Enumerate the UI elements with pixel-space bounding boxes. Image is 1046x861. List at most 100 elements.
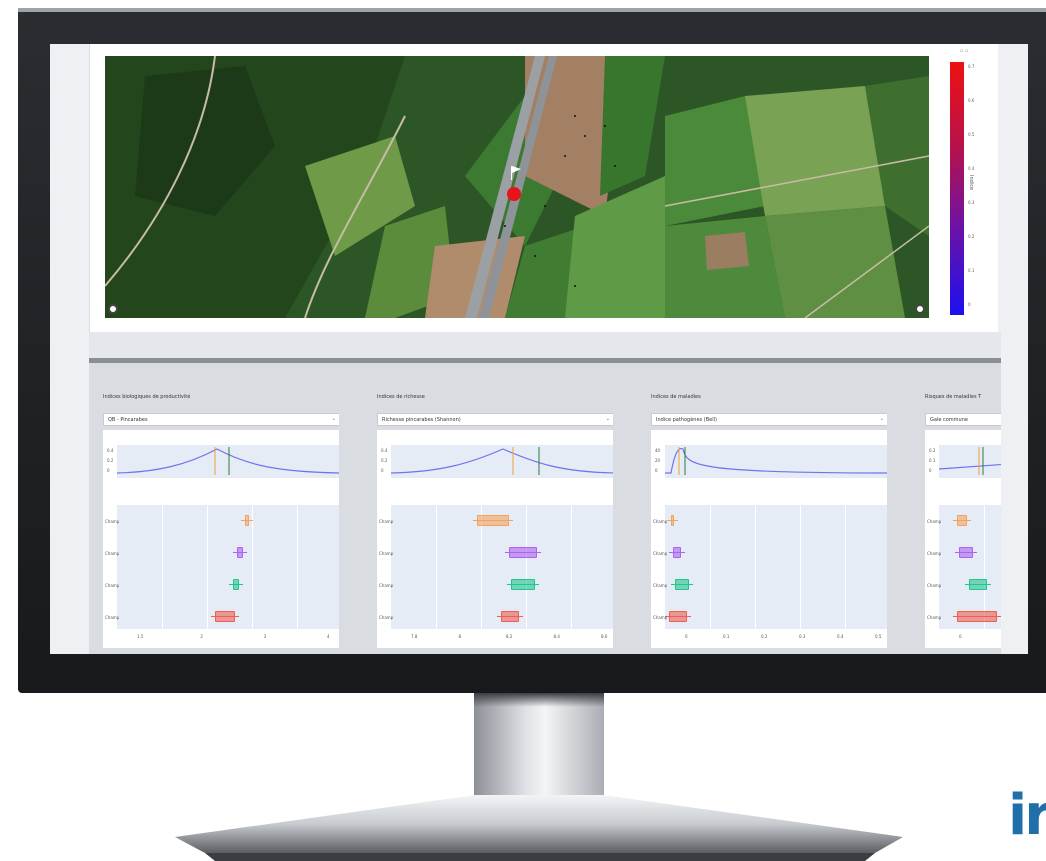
dist-ytick: 0 bbox=[107, 468, 110, 473]
colorbar-tick: 0.5 bbox=[968, 132, 975, 137]
box-xtick: 0.3 bbox=[799, 634, 806, 639]
gridline bbox=[571, 505, 572, 629]
box-xtick: 8.6 bbox=[601, 634, 608, 639]
indicator-panel: Risques de maladies T Gale commune ⌄ 0.2… bbox=[911, 388, 1001, 652]
indicator-select[interactable]: Gale commune ⌄ bbox=[925, 413, 1001, 426]
box-row-label: Champ bbox=[379, 519, 394, 524]
box-mark[interactable] bbox=[957, 611, 997, 622]
box-xtick: 2 bbox=[200, 634, 203, 639]
box-xtick: 4 bbox=[327, 634, 330, 639]
dist-ytick: 0 bbox=[381, 468, 384, 473]
monitor-stand-shadow bbox=[474, 693, 604, 707]
gridline bbox=[162, 505, 163, 629]
box-row-label: Champ bbox=[653, 583, 668, 588]
box-mark[interactable] bbox=[969, 579, 987, 590]
chevron-down-icon: ⌄ bbox=[331, 416, 336, 422]
colorbar-tick: 0.6 bbox=[968, 98, 975, 103]
box-xtick: 0.1 bbox=[723, 634, 730, 639]
indicator-panel: Indices biologiques de productivité QB -… bbox=[89, 388, 339, 652]
select-value: QB - Pincarabes bbox=[108, 417, 148, 423]
gridline bbox=[710, 505, 711, 629]
box-plot[interactable] bbox=[665, 505, 887, 629]
panel-title: Indices de maladies bbox=[651, 394, 701, 400]
box-mark[interactable] bbox=[215, 611, 235, 622]
map-reset-icon[interactable] bbox=[108, 304, 118, 314]
box-row-label: Champ bbox=[105, 583, 120, 588]
box-row-label: Champ bbox=[653, 615, 668, 620]
gridline bbox=[845, 505, 846, 629]
distribution-curve bbox=[116, 448, 339, 474]
distribution-plot[interactable] bbox=[665, 445, 887, 478]
colorbar-tick: 0 bbox=[968, 302, 971, 307]
monitor-rim bbox=[18, 8, 1046, 12]
brand-logo: ir bbox=[1008, 783, 1046, 848]
box-xtick: 0 bbox=[685, 634, 688, 639]
box-plot[interactable] bbox=[391, 505, 613, 629]
box-mark[interactable] bbox=[511, 579, 535, 590]
box-row-label: Champ bbox=[653, 519, 668, 524]
box-mark[interactable] bbox=[671, 515, 674, 526]
box-mark[interactable] bbox=[477, 515, 509, 526]
box-mark[interactable] bbox=[959, 547, 973, 558]
box-mark[interactable] bbox=[233, 579, 239, 590]
dist-ytick: 0.2 bbox=[929, 448, 936, 453]
chevron-down-icon: ⌄ bbox=[879, 416, 884, 422]
box-mark[interactable] bbox=[501, 611, 519, 622]
indicator-select[interactable]: Richesse pincarabes (Shannon) ⌄ bbox=[377, 413, 613, 426]
box-xtick: 1.5 bbox=[137, 634, 144, 639]
map-locate-icon[interactable] bbox=[915, 304, 925, 314]
monitor-stand-base bbox=[175, 795, 903, 861]
distribution-plot[interactable] bbox=[116, 445, 339, 478]
panel-title: Indices biologiques de productivité bbox=[103, 394, 191, 400]
gridline bbox=[252, 505, 253, 629]
distribution-curve bbox=[390, 448, 613, 474]
colorbar-title: Indice bbox=[968, 175, 974, 191]
box-xtick: 7.8 bbox=[411, 634, 418, 639]
gridline bbox=[800, 505, 801, 629]
box-plot[interactable] bbox=[939, 505, 1001, 629]
box-mark[interactable] bbox=[509, 547, 537, 558]
box-mark[interactable] bbox=[245, 515, 249, 526]
box-row-label: Champ bbox=[379, 615, 394, 620]
dist-ytick: 0 bbox=[929, 468, 932, 473]
colorbar bbox=[950, 62, 964, 315]
box-mark[interactable] bbox=[675, 579, 689, 590]
box-plot[interactable] bbox=[117, 505, 339, 629]
box-row-label: Champ bbox=[927, 615, 942, 620]
box-xtick: 0.5 bbox=[875, 634, 882, 639]
box-mark[interactable] bbox=[237, 547, 243, 558]
distribution-plot[interactable] bbox=[390, 445, 613, 478]
box-mark[interactable] bbox=[673, 547, 681, 558]
box-xtick: 0.4 bbox=[837, 634, 844, 639]
box-row-label: Champ bbox=[379, 583, 394, 588]
indicator-select[interactable]: QB - Pincarabes ⌄ bbox=[103, 413, 339, 426]
box-mark[interactable] bbox=[669, 611, 687, 622]
colorbar-tick: 0.7 bbox=[968, 64, 975, 69]
select-value: Indice pathogènes (Bell) bbox=[656, 417, 717, 423]
select-value: Richesse pincarabes (Shannon) bbox=[382, 417, 461, 423]
box-xtick: 3 bbox=[263, 634, 267, 639]
panel-title: Indices de richesse bbox=[377, 394, 425, 400]
box-xtick: 8 bbox=[458, 634, 462, 639]
colorbar-tick: 0.1 bbox=[968, 268, 975, 273]
dist-ytick: 0.2 bbox=[381, 458, 388, 463]
box-row-label: Champ bbox=[927, 583, 942, 588]
colorbar-tick: 0.3 bbox=[968, 200, 975, 205]
box-xtick: 0.2 bbox=[761, 634, 768, 639]
gridline bbox=[526, 505, 527, 629]
box-mark[interactable] bbox=[957, 515, 967, 526]
colorbar-tick: 0.2 bbox=[968, 234, 975, 239]
indicator-panel: Indices de richesse Richesse pincarabes … bbox=[363, 388, 613, 652]
box-row-label: Champ bbox=[105, 551, 120, 556]
dist-ytick: 20 bbox=[655, 458, 661, 463]
dist-ytick: 0.2 bbox=[107, 458, 114, 463]
map-imagery bbox=[105, 56, 929, 318]
distribution-plot[interactable] bbox=[938, 445, 1001, 478]
satellite-map[interactable] bbox=[105, 56, 929, 318]
colorbar-tick: 0.4 bbox=[968, 166, 975, 171]
dist-ytick: 0.4 bbox=[107, 448, 114, 453]
map-toolbar[interactable]: ▫ ▫ bbox=[960, 48, 968, 54]
select-value: Gale commune bbox=[930, 417, 968, 423]
indicator-select[interactable]: Indice pathogènes (Bell) ⌄ bbox=[651, 413, 887, 426]
panel-title: Risques de maladies T bbox=[925, 394, 982, 400]
